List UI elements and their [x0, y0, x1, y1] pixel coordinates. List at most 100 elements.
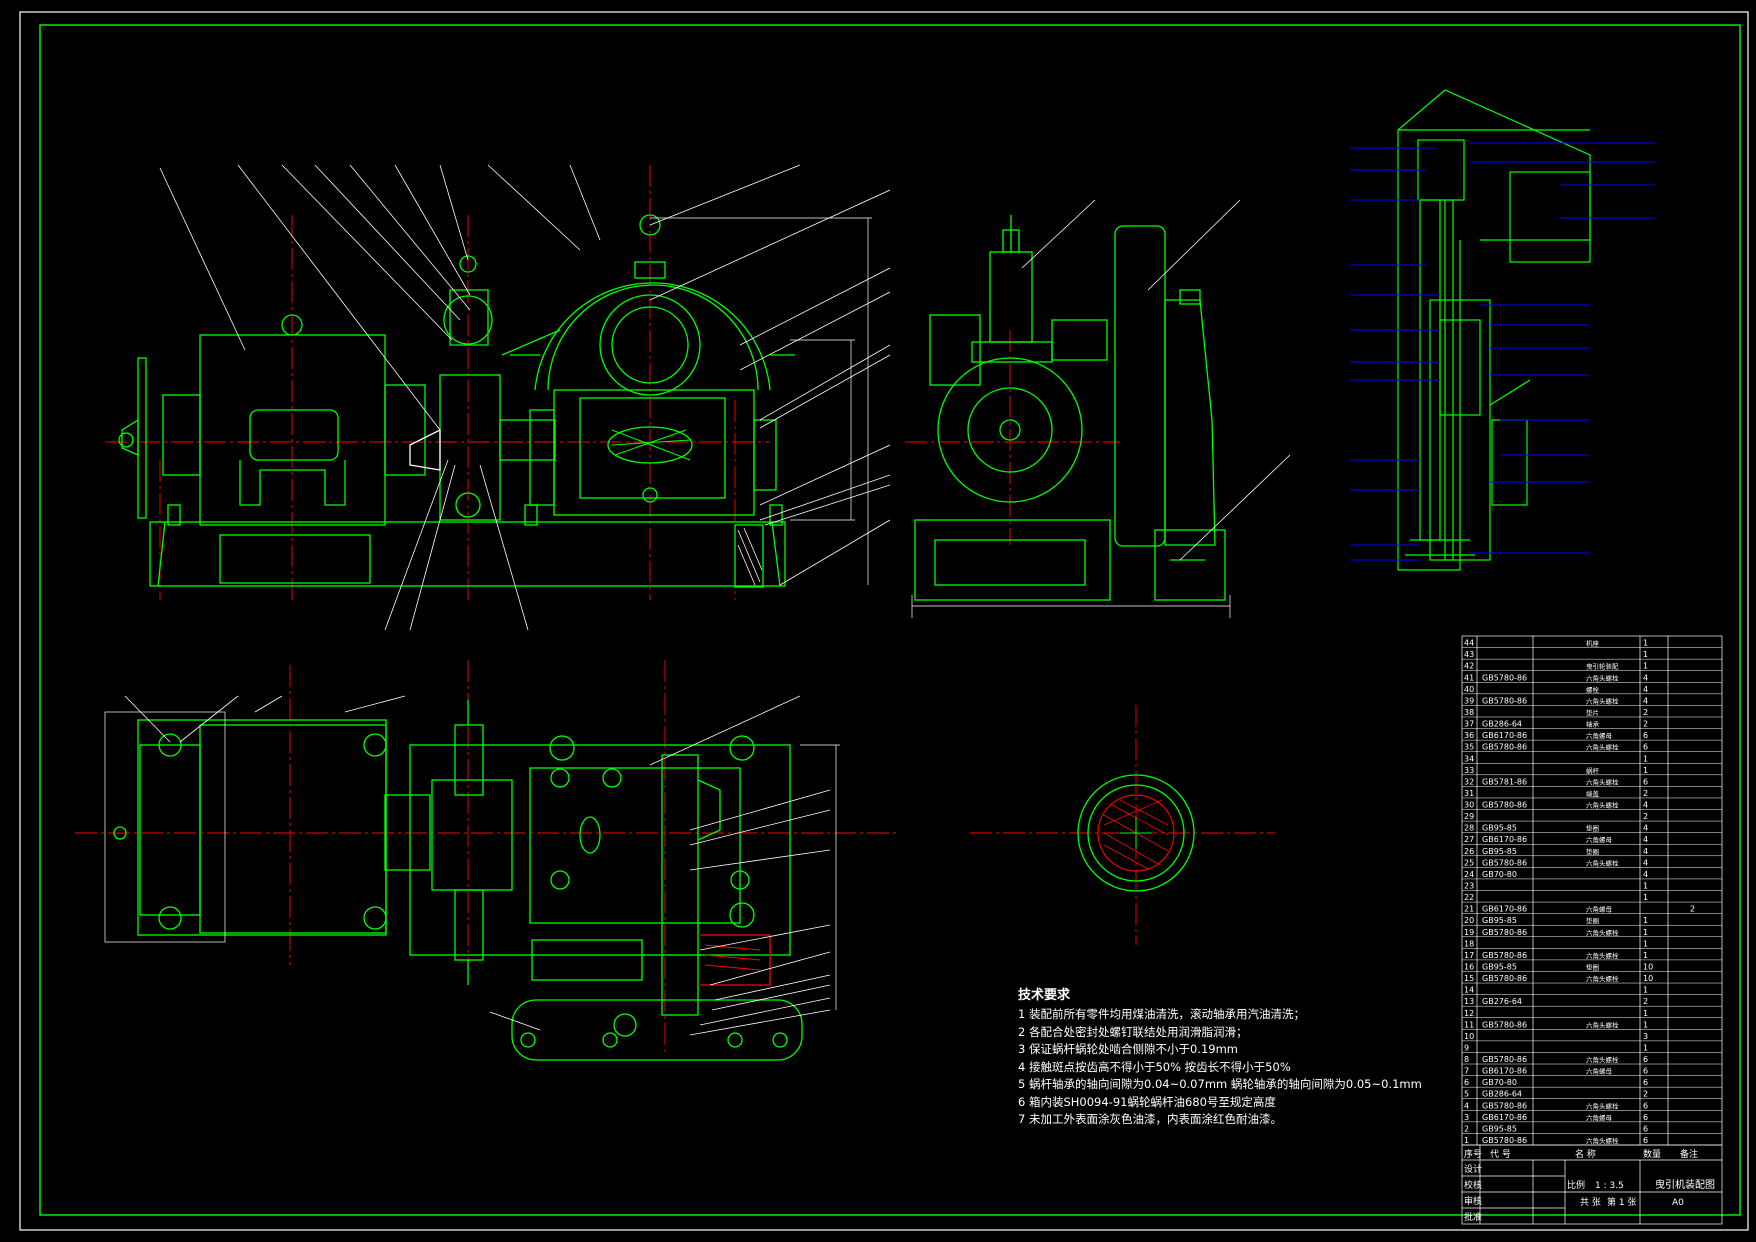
parts-cell-qty: 4: [1643, 696, 1648, 705]
parts-cell-no: 21: [1464, 905, 1474, 914]
parts-cell-no: 10: [1464, 1032, 1474, 1041]
parts-cell-qty: 1: [1643, 882, 1648, 891]
parts-cell-name: 六角头螺栓: [1586, 777, 1619, 786]
parts-cell-code: GB5780-86: [1482, 1020, 1527, 1029]
sheet-size: A0: [1672, 1198, 1684, 1208]
parts-cell-qty: 1: [1643, 986, 1648, 995]
drawing-name: 曳引机装配图: [1655, 1178, 1715, 1191]
role-review: 审核: [1464, 1195, 1482, 1207]
parts-cell-name: 垫片: [1586, 708, 1599, 717]
parts-cell-code: GB6170-86: [1482, 835, 1527, 844]
section-detail: [970, 705, 1275, 945]
parts-cell-code: GB5780-86: [1482, 951, 1527, 960]
parts-cell-code: GB5780-86: [1482, 801, 1527, 810]
parts-cell-code: GB95-85: [1482, 962, 1517, 971]
parts-cell-no: 39: [1464, 696, 1474, 705]
parts-cell-no: 37: [1464, 720, 1474, 729]
parts-cell-name: 六角螺母: [1586, 1113, 1613, 1122]
parts-cell-qty: 1: [1643, 1009, 1648, 1018]
parts-cell-qty: 6: [1643, 743, 1648, 752]
parts-cell-no: 31: [1464, 789, 1474, 798]
parts-cell-no: 22: [1464, 893, 1474, 902]
parts-cell-no: 35: [1464, 743, 1474, 752]
requirement-line-5: 5 蜗杆轴承的轴向间隙为0.04~0.07mm 蜗轮轴承的轴向间隙为0.05~0…: [1018, 1077, 1422, 1091]
sheet-label: 共 张: [1580, 1197, 1601, 1208]
parts-cell-name: 端盖: [1586, 789, 1600, 798]
parts-cell-qty: 4: [1643, 847, 1648, 856]
parts-cell-qty: 4: [1643, 801, 1648, 810]
parts-cell-code: GB5780-86: [1482, 743, 1527, 752]
parts-cell-qty: 1: [1643, 916, 1648, 925]
parts-cell-no: 27: [1464, 835, 1474, 844]
parts-cell-no: 1: [1464, 1136, 1469, 1145]
parts-cell-no: 20: [1464, 916, 1474, 925]
technical-requirements: 技术要求 1 装配前所有零件均用煤油清洗，滚动轴承用汽油清洗； 2 各配合处密封…: [1018, 984, 1438, 1129]
parts-cell-qty: 1: [1643, 893, 1648, 902]
parts-cell-qty: 2: [1643, 997, 1648, 1006]
parts-cell-no: 26: [1464, 847, 1474, 856]
isometric-view: [1350, 89, 1655, 571]
parts-cell-code: GB5780-86: [1482, 928, 1527, 937]
parts-cell-name: 六角头螺栓: [1586, 928, 1619, 937]
parts-cell-name: 垫圈: [1586, 962, 1599, 971]
requirement-line-7: 7 未加工外表面涂灰色油漆，内表面涂红色耐油漆。: [1018, 1112, 1282, 1126]
parts-cell-name: 机座: [1586, 639, 1600, 648]
parts-cell-code: GB6170-86: [1482, 1067, 1527, 1076]
parts-cell-name: 六角头螺栓: [1586, 1055, 1619, 1064]
parts-cell-qty: 2: [1643, 789, 1648, 798]
parts-cell-no: 14: [1464, 986, 1474, 995]
parts-cell-name: 六角头螺栓: [1586, 696, 1619, 705]
parts-cell-no: 34: [1464, 754, 1474, 763]
parts-cell-code: GB5780-86: [1482, 673, 1527, 682]
parts-cell-qty: 1: [1643, 1020, 1648, 1029]
parts-cell-name: 六角螺母: [1586, 905, 1613, 914]
header-note: 备注: [1680, 1148, 1698, 1160]
parts-cell-qty: 4: [1643, 824, 1648, 833]
parts-cell-no: 41: [1464, 673, 1474, 682]
parts-cell-code: GB5780-86: [1482, 1136, 1527, 1145]
drawing-canvas: 44 机座 143 142 曳引轮装配 141 GB5780-86 六角头螺栓 440 螺栓 439…: [19, 11, 1749, 1231]
parts-cell-no: 36: [1464, 731, 1474, 740]
parts-cell-name: 六角头螺栓: [1586, 951, 1619, 960]
parts-cell-code: GB5780-86: [1482, 858, 1527, 867]
parts-cell-name: 六角头螺栓: [1586, 1020, 1619, 1029]
parts-cell-qty: 6: [1643, 1067, 1648, 1076]
parts-cell-no: 24: [1464, 870, 1474, 879]
drawing-frame: [19, 11, 1749, 1231]
parts-cell-name: 六角头螺栓: [1586, 858, 1619, 867]
requirement-line-2: 2 各配合处密封处螺钉联结处用润滑脂润滑；: [1018, 1024, 1248, 1039]
parts-cell-no: 13: [1464, 997, 1474, 1006]
parts-cell-name: 曳引轮装配: [1586, 662, 1619, 671]
parts-cell-qty: 1: [1643, 639, 1648, 648]
parts-cell-no: 38: [1464, 708, 1474, 717]
parts-cell-no: 8: [1464, 1055, 1469, 1064]
parts-cell-code: GB5780-86: [1482, 1101, 1527, 1110]
top-view: [75, 660, 900, 1061]
parts-cell-no: 44: [1464, 639, 1474, 648]
parts-cell-no: 4: [1464, 1101, 1469, 1110]
requirement-line-1: 1 装配前所有零件均用煤油清洗，滚动轴承用汽油清洗；: [1018, 1007, 1305, 1021]
parts-cell-qty: 6: [1643, 1113, 1648, 1122]
parts-cell-code: GB286-64: [1482, 1090, 1522, 1099]
parts-cell-no: 9: [1464, 1043, 1469, 1052]
parts-cell-code: GB95-85: [1482, 824, 1517, 833]
parts-cell-qty: 1: [1643, 928, 1648, 937]
header-no: 序号: [1464, 1148, 1482, 1160]
parts-cell-qty: 2: [1643, 720, 1648, 729]
parts-cell-qty: 6: [1643, 1101, 1648, 1110]
parts-cell-qty: 6: [1643, 1124, 1648, 1133]
parts-cell-code: GB286-64: [1482, 720, 1522, 729]
side-view: [905, 215, 1231, 618]
page-label: 第 1 张: [1607, 1196, 1636, 1208]
parts-cell-no: 15: [1464, 974, 1474, 983]
parts-cell-name: 六角螺母: [1586, 1067, 1613, 1076]
parts-cell-qty: 4: [1643, 858, 1648, 867]
parts-cell-code: GB5780-86: [1482, 974, 1527, 983]
parts-cell-qty: 4: [1643, 685, 1648, 694]
title-block: 序号 代 号 名 称 数量 备注 设计 校核 审核 批准 比例 1 : 3.5 …: [1464, 1148, 1715, 1223]
front-view: [105, 165, 872, 600]
parts-cell-no: 29: [1464, 812, 1474, 821]
scale-value: 1 : 3.5: [1595, 1181, 1624, 1191]
parts-cell-name: 六角螺母: [1586, 731, 1613, 740]
parts-cell-no: 33: [1464, 766, 1474, 775]
